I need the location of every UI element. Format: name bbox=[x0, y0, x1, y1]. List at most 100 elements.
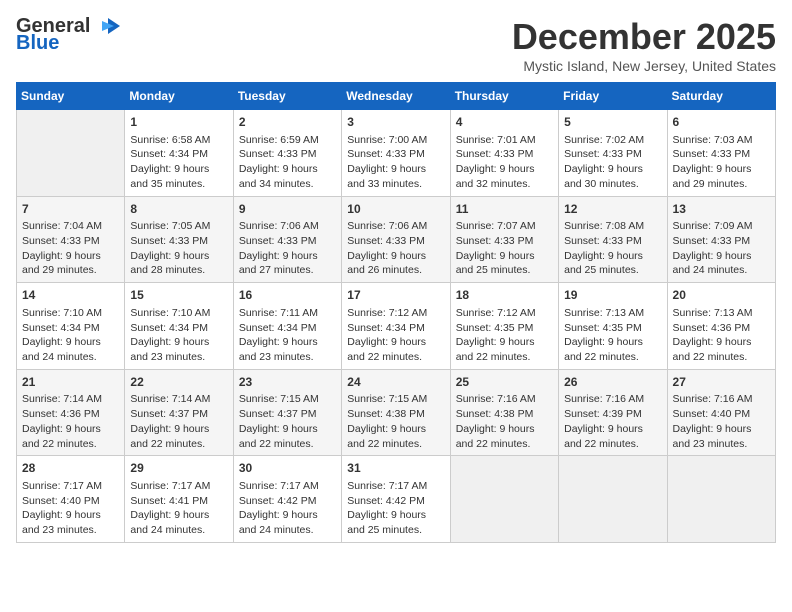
calendar-cell: 5Sunrise: 7:02 AMSunset: 4:33 PMDaylight… bbox=[559, 110, 667, 197]
calendar-cell: 9Sunrise: 7:06 AMSunset: 4:33 PMDaylight… bbox=[233, 196, 341, 283]
day-number: 1 bbox=[130, 114, 227, 131]
daylight-text: Daylight: 9 hours and 22 minutes. bbox=[130, 422, 227, 451]
header-wednesday: Wednesday bbox=[342, 83, 450, 110]
sunrise-text: Sunrise: 7:17 AM bbox=[22, 479, 119, 494]
calendar-week-row: 28Sunrise: 7:17 AMSunset: 4:40 PMDayligh… bbox=[17, 456, 776, 543]
sunset-text: Sunset: 4:38 PM bbox=[347, 407, 444, 422]
day-number: 19 bbox=[564, 287, 661, 304]
sunrise-text: Sunrise: 7:17 AM bbox=[239, 479, 336, 494]
calendar-cell: 15Sunrise: 7:10 AMSunset: 4:34 PMDayligh… bbox=[125, 283, 233, 370]
day-number: 3 bbox=[347, 114, 444, 131]
day-number: 13 bbox=[673, 201, 770, 218]
header-monday: Monday bbox=[125, 83, 233, 110]
day-number: 26 bbox=[564, 374, 661, 391]
calendar-table: SundayMondayTuesdayWednesdayThursdayFrid… bbox=[16, 82, 776, 543]
sunset-text: Sunset: 4:37 PM bbox=[239, 407, 336, 422]
day-number: 30 bbox=[239, 460, 336, 477]
sunrise-text: Sunrise: 7:05 AM bbox=[130, 219, 227, 234]
sunrise-text: Sunrise: 7:06 AM bbox=[347, 219, 444, 234]
header: General Blue December 2025 Mystic Island… bbox=[16, 16, 776, 74]
day-number: 27 bbox=[673, 374, 770, 391]
daylight-text: Daylight: 9 hours and 22 minutes. bbox=[22, 422, 119, 451]
calendar-cell bbox=[559, 456, 667, 543]
sunrise-text: Sunrise: 6:59 AM bbox=[239, 133, 336, 148]
sunset-text: Sunset: 4:39 PM bbox=[564, 407, 661, 422]
day-number: 28 bbox=[22, 460, 119, 477]
title-area: December 2025 Mystic Island, New Jersey,… bbox=[512, 16, 776, 74]
sunrise-text: Sunrise: 7:06 AM bbox=[239, 219, 336, 234]
sunrise-text: Sunrise: 7:09 AM bbox=[673, 219, 770, 234]
day-number: 6 bbox=[673, 114, 770, 131]
calendar-cell bbox=[667, 456, 775, 543]
daylight-text: Daylight: 9 hours and 30 minutes. bbox=[564, 162, 661, 191]
sunset-text: Sunset: 4:34 PM bbox=[130, 321, 227, 336]
sunset-text: Sunset: 4:33 PM bbox=[239, 147, 336, 162]
day-number: 9 bbox=[239, 201, 336, 218]
sunrise-text: Sunrise: 7:14 AM bbox=[22, 392, 119, 407]
sunset-text: Sunset: 4:33 PM bbox=[130, 234, 227, 249]
calendar-cell: 28Sunrise: 7:17 AMSunset: 4:40 PMDayligh… bbox=[17, 456, 125, 543]
day-number: 14 bbox=[22, 287, 119, 304]
day-number: 21 bbox=[22, 374, 119, 391]
sunrise-text: Sunrise: 7:02 AM bbox=[564, 133, 661, 148]
calendar-cell: 17Sunrise: 7:12 AMSunset: 4:34 PMDayligh… bbox=[342, 283, 450, 370]
sunrise-text: Sunrise: 7:13 AM bbox=[673, 306, 770, 321]
sunset-text: Sunset: 4:33 PM bbox=[456, 147, 553, 162]
calendar-cell: 26Sunrise: 7:16 AMSunset: 4:39 PMDayligh… bbox=[559, 369, 667, 456]
daylight-text: Daylight: 9 hours and 25 minutes. bbox=[347, 508, 444, 537]
sunrise-text: Sunrise: 7:12 AM bbox=[456, 306, 553, 321]
sunset-text: Sunset: 4:33 PM bbox=[564, 147, 661, 162]
day-number: 12 bbox=[564, 201, 661, 218]
sunset-text: Sunset: 4:34 PM bbox=[347, 321, 444, 336]
daylight-text: Daylight: 9 hours and 27 minutes. bbox=[239, 249, 336, 278]
sunset-text: Sunset: 4:33 PM bbox=[347, 147, 444, 162]
sunset-text: Sunset: 4:33 PM bbox=[22, 234, 119, 249]
day-number: 10 bbox=[347, 201, 444, 218]
calendar-cell: 22Sunrise: 7:14 AMSunset: 4:37 PMDayligh… bbox=[125, 369, 233, 456]
calendar-header-row: SundayMondayTuesdayWednesdayThursdayFrid… bbox=[17, 83, 776, 110]
header-thursday: Thursday bbox=[450, 83, 558, 110]
sunrise-text: Sunrise: 7:01 AM bbox=[456, 133, 553, 148]
calendar-cell: 6Sunrise: 7:03 AMSunset: 4:33 PMDaylight… bbox=[667, 110, 775, 197]
daylight-text: Daylight: 9 hours and 22 minutes. bbox=[456, 335, 553, 364]
sunset-text: Sunset: 4:35 PM bbox=[456, 321, 553, 336]
calendar-cell: 20Sunrise: 7:13 AMSunset: 4:36 PMDayligh… bbox=[667, 283, 775, 370]
calendar-cell: 7Sunrise: 7:04 AMSunset: 4:33 PMDaylight… bbox=[17, 196, 125, 283]
calendar-cell bbox=[450, 456, 558, 543]
calendar-week-row: 21Sunrise: 7:14 AMSunset: 4:36 PMDayligh… bbox=[17, 369, 776, 456]
calendar-cell: 16Sunrise: 7:11 AMSunset: 4:34 PMDayligh… bbox=[233, 283, 341, 370]
sunrise-text: Sunrise: 7:10 AM bbox=[130, 306, 227, 321]
day-number: 29 bbox=[130, 460, 227, 477]
sunset-text: Sunset: 4:41 PM bbox=[130, 494, 227, 509]
daylight-text: Daylight: 9 hours and 22 minutes. bbox=[456, 422, 553, 451]
sunset-text: Sunset: 4:34 PM bbox=[239, 321, 336, 336]
day-number: 20 bbox=[673, 287, 770, 304]
day-number: 31 bbox=[347, 460, 444, 477]
calendar-cell: 14Sunrise: 7:10 AMSunset: 4:34 PMDayligh… bbox=[17, 283, 125, 370]
daylight-text: Daylight: 9 hours and 25 minutes. bbox=[564, 249, 661, 278]
calendar-cell: 2Sunrise: 6:59 AMSunset: 4:33 PMDaylight… bbox=[233, 110, 341, 197]
sunrise-text: Sunrise: 7:13 AM bbox=[564, 306, 661, 321]
daylight-text: Daylight: 9 hours and 22 minutes. bbox=[347, 335, 444, 364]
sunrise-text: Sunrise: 7:04 AM bbox=[22, 219, 119, 234]
header-sunday: Sunday bbox=[17, 83, 125, 110]
daylight-text: Daylight: 9 hours and 22 minutes. bbox=[347, 422, 444, 451]
daylight-text: Daylight: 9 hours and 22 minutes. bbox=[564, 335, 661, 364]
sunrise-text: Sunrise: 7:00 AM bbox=[347, 133, 444, 148]
sunrise-text: Sunrise: 7:17 AM bbox=[130, 479, 227, 494]
sunset-text: Sunset: 4:38 PM bbox=[456, 407, 553, 422]
sunrise-text: Sunrise: 7:07 AM bbox=[456, 219, 553, 234]
daylight-text: Daylight: 9 hours and 23 minutes. bbox=[130, 335, 227, 364]
calendar-week-row: 14Sunrise: 7:10 AMSunset: 4:34 PMDayligh… bbox=[17, 283, 776, 370]
daylight-text: Daylight: 9 hours and 24 minutes. bbox=[130, 508, 227, 537]
sunrise-text: Sunrise: 7:15 AM bbox=[239, 392, 336, 407]
calendar-cell: 27Sunrise: 7:16 AMSunset: 4:40 PMDayligh… bbox=[667, 369, 775, 456]
day-number: 23 bbox=[239, 374, 336, 391]
sunset-text: Sunset: 4:36 PM bbox=[673, 321, 770, 336]
calendar-cell: 21Sunrise: 7:14 AMSunset: 4:36 PMDayligh… bbox=[17, 369, 125, 456]
day-number: 11 bbox=[456, 201, 553, 218]
day-number: 25 bbox=[456, 374, 553, 391]
sunrise-text: Sunrise: 7:10 AM bbox=[22, 306, 119, 321]
sunrise-text: Sunrise: 7:12 AM bbox=[347, 306, 444, 321]
calendar-cell: 24Sunrise: 7:15 AMSunset: 4:38 PMDayligh… bbox=[342, 369, 450, 456]
